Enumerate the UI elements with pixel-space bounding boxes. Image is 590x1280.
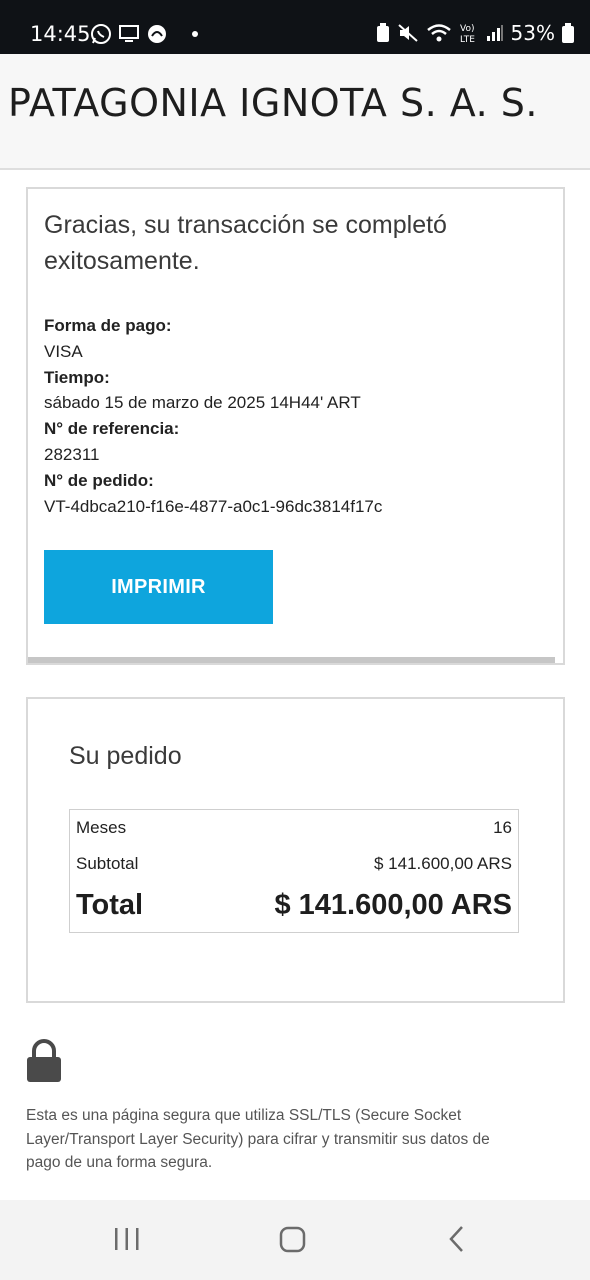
recents-icon[interactable] [113, 1224, 141, 1254]
total-label: Total [76, 889, 144, 921]
total-value: $ 141.600,00 ARS [274, 889, 512, 921]
reference-label: N° de referencia: [44, 419, 180, 439]
order-title: Su pedido [69, 742, 182, 770]
months-value: 16 [493, 818, 512, 837]
svg-text:Vo): Vo) [460, 24, 474, 34]
status-bar: 14:45 Vo) LTE 53% [0, 0, 590, 54]
battery-icon [562, 23, 574, 43]
svg-text:LTE: LTE [460, 35, 475, 44]
print-button[interactable]: IMPRIMIR [44, 550, 273, 624]
transaction-details: Forma de pago: VISA Tiempo: sábado 15 de… [44, 313, 382, 519]
site-header: PATAGONIA IGNOTA S. A. S. [0, 54, 590, 170]
subtotal-value: $ 141.600,00 ARS [373, 854, 512, 873]
battery-saver-icon [376, 23, 389, 42]
secure-page-notice: Esta es una página segura que utiliza SS… [26, 1107, 490, 1171]
confirmation-card: Gracias, su transacción se completó exit… [26, 187, 565, 665]
status-icons-right: Vo) LTE 53% [376, 21, 574, 45]
order-row-total: Total $ 141.600,00 ARS [76, 889, 512, 922]
notification-dot [192, 31, 198, 37]
months-label: Meses [76, 818, 127, 837]
order-number-value: VT-4dbca210-f16e-4877-a0c1-96dc3814f17c [44, 496, 383, 516]
battery-percent: 53% [510, 21, 555, 45]
order-row-subtotal: Subtotal $ 141.600,00 ARS [76, 854, 512, 874]
wifi-icon [426, 24, 451, 42]
order-number-label: N° de pedido: [44, 470, 154, 490]
screen-icon [119, 25, 139, 42]
reference-value: 282311 [44, 444, 100, 464]
mute-icon [397, 24, 418, 42]
lock-icon [27, 1039, 61, 1082]
order-row-months: Meses 16 [76, 818, 512, 838]
home-icon[interactable] [278, 1224, 308, 1254]
page-title: PATAGONIA IGNOTA S. A. S. [8, 81, 538, 125]
app-icon [148, 25, 166, 43]
success-message: Gracias, su transacción se completó exit… [44, 211, 447, 275]
status-time: 14:45 [30, 22, 91, 46]
order-summary-card: Su pedido Meses 16 Subtotal $ 141.600,00… [26, 697, 565, 1003]
time-value: sábado 15 de marzo de 2025 14H44' ART [44, 393, 361, 413]
system-nav-bar [0, 1200, 590, 1280]
payment-method-value: VISA [44, 341, 83, 361]
subtotal-label: Subtotal [76, 854, 139, 873]
status-icons-left [90, 23, 198, 45]
payment-method-label: Forma de pago: [44, 316, 172, 335]
card-bottom-bar [28, 657, 555, 663]
time-label: Tiempo: [44, 367, 110, 387]
back-icon[interactable] [446, 1224, 468, 1254]
signal-icon [486, 25, 503, 41]
order-table: Meses 16 Subtotal $ 141.600,00 ARS Total… [69, 809, 519, 933]
volte-icon: Vo) LTE [460, 24, 475, 44]
whatsapp-icon [91, 24, 111, 44]
